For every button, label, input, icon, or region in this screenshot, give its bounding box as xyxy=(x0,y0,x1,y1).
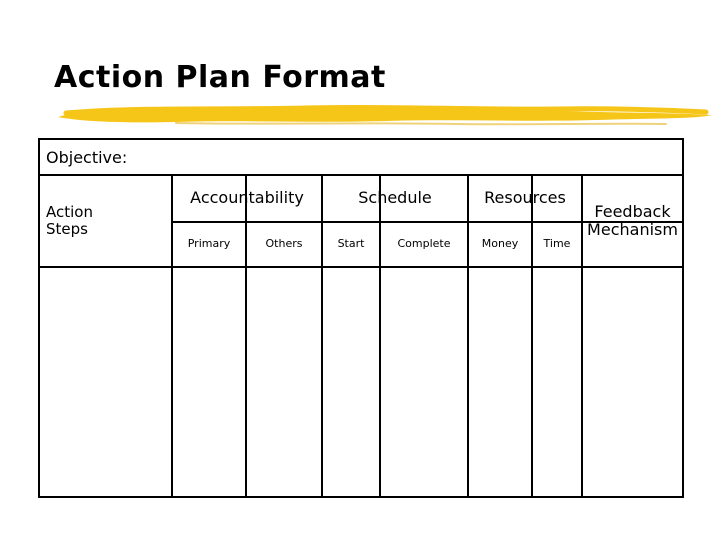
body-cell-action-steps[interactable] xyxy=(40,268,171,496)
header-others-label: Others xyxy=(265,236,303,250)
body-cell-feedback[interactable] xyxy=(583,268,682,496)
body-cell-primary[interactable] xyxy=(173,268,245,496)
header-primary-label: Primary xyxy=(187,236,231,250)
header-accountability-label: Accountability xyxy=(190,188,304,208)
header-schedule: Schedule xyxy=(323,176,467,221)
header-others: Others xyxy=(247,222,321,266)
header-start-label: Start xyxy=(337,236,365,250)
header-feedback-mechanism-label: Feedback Mechanism xyxy=(587,201,678,239)
header-schedule-label: Schedule xyxy=(358,188,432,208)
body-cell-others[interactable] xyxy=(247,268,321,496)
header-time-label: Time xyxy=(543,236,571,250)
header-money: Money xyxy=(469,222,531,266)
header-feedback-mechanism: Feedback Mechanism xyxy=(583,176,682,266)
table-grid: Action Steps Accountability Schedule Reso… xyxy=(40,176,682,496)
header-action-steps: Action Steps xyxy=(40,176,177,266)
action-plan-table: Objective: Action Steps Accountability Sc… xyxy=(38,138,684,498)
header-accountability: Accountability xyxy=(173,176,321,221)
objective-row: Objective: xyxy=(40,140,682,176)
body-cell-start[interactable] xyxy=(323,268,379,496)
header-time: Time xyxy=(533,222,581,266)
body-cell-money[interactable] xyxy=(469,268,531,496)
header-action-steps-label: Action Steps xyxy=(46,202,93,238)
header-resources-label: Resources xyxy=(484,188,566,208)
body-cell-time[interactable] xyxy=(533,268,581,496)
yellow-brush-underline xyxy=(58,104,712,126)
body-cell-complete[interactable] xyxy=(381,268,467,496)
header-complete-label: Complete xyxy=(397,236,451,250)
header-start: Start xyxy=(323,222,379,266)
header-money-label: Money xyxy=(481,236,519,250)
header-primary: Primary xyxy=(173,222,245,266)
header-resources: Resources xyxy=(469,176,581,221)
page-title: Action Plan Format xyxy=(54,60,386,95)
objective-label: Objective: xyxy=(46,147,128,167)
header-complete: Complete xyxy=(381,222,467,266)
